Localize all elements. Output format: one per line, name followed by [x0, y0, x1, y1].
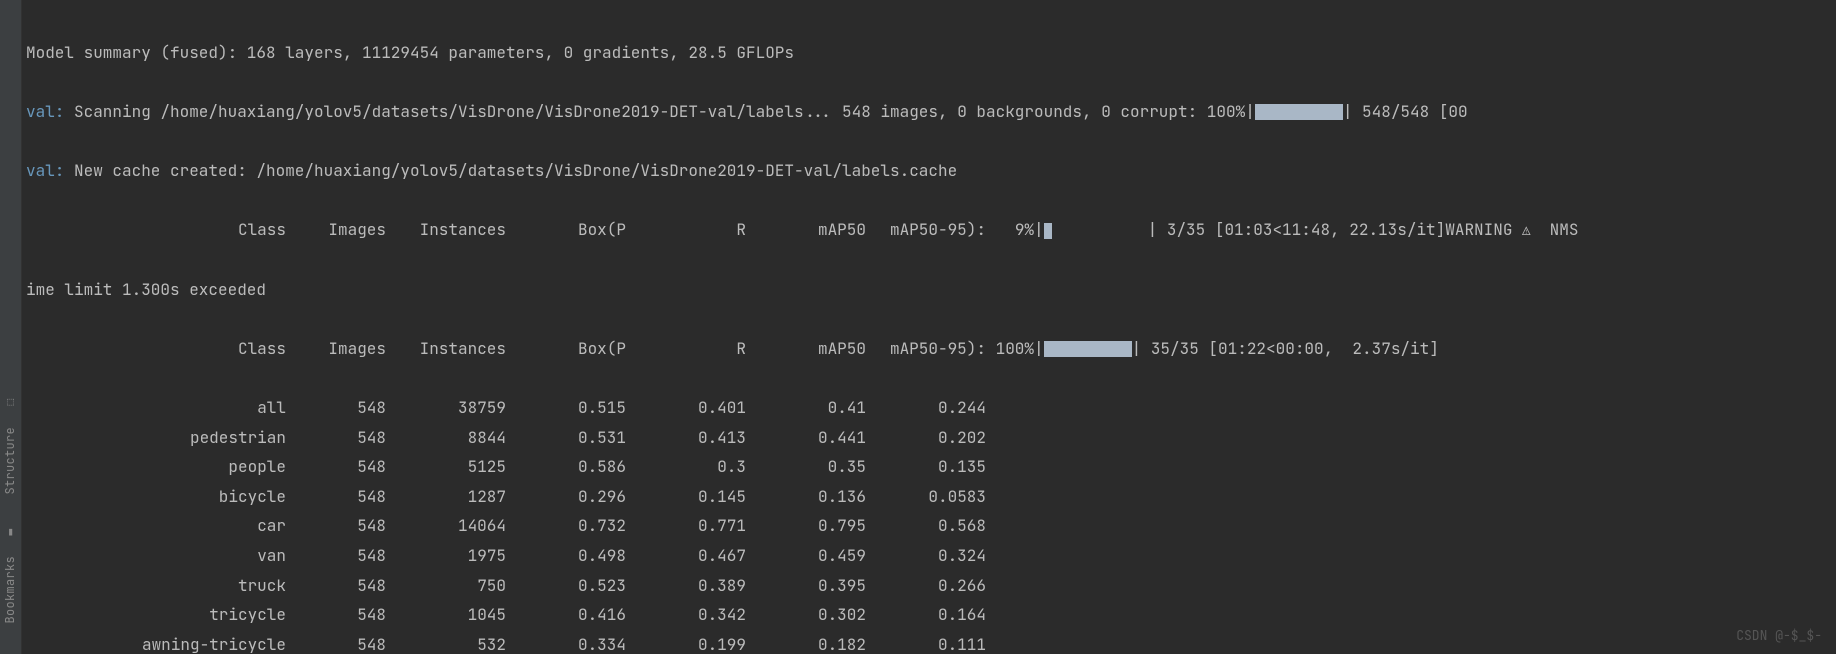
table-header-row-1: ClassImagesInstancesBox(PRmAP50mAP50-95)… — [26, 215, 1834, 245]
table-row: van54819750.4980.4670.4590.324 — [26, 541, 1834, 571]
progress-bar-partial — [1044, 223, 1052, 239]
progress-bar-full — [1044, 341, 1132, 357]
bookmarks-icon: ▮ — [7, 522, 14, 542]
table-row: pedestrian54888440.5310.4130.4410.202 — [26, 423, 1834, 453]
table-row: car548140640.7320.7710.7950.568 — [26, 511, 1834, 541]
table-row: people54851250.5860.30.350.135 — [26, 452, 1834, 482]
overflow-line: ime limit 1.300s exceeded — [26, 275, 1834, 305]
structure-icon: ⬚ — [7, 392, 14, 412]
table-row: bicycle54812870.2960.1450.1360.0583 — [26, 482, 1834, 512]
val-scan-line: val: Scanning /home/huaxiang/yolov5/data… — [26, 97, 1834, 127]
ide-sidebar: ⬚ Structure ▮ Bookmarks — [0, 0, 22, 654]
val-prefix: val: — [26, 101, 64, 122]
results-table-body: all548387590.5150.4010.410.244pedestrian… — [26, 393, 1834, 654]
table-row: awning-tricycle5485320.3340.1990.1820.11… — [26, 630, 1834, 654]
table-row: tricycle54810450.4160.3420.3020.164 — [26, 600, 1834, 630]
watermark: CSDN @-$_$- — [1736, 624, 1822, 648]
val-prefix: val: — [26, 160, 64, 181]
sidebar-tab-structure[interactable]: Structure — [0, 417, 24, 505]
model-summary-line: Model summary (fused): 168 layers, 11129… — [26, 38, 1834, 68]
val-cache-line: val: New cache created: /home/huaxiang/y… — [26, 156, 1834, 186]
terminal-output[interactable]: Model summary (fused): 168 layers, 11129… — [22, 0, 1836, 654]
table-row: truck5487500.5230.3890.3950.266 — [26, 571, 1834, 601]
progress-bar-full — [1255, 104, 1343, 120]
table-header-row-2: ClassImagesInstancesBox(PRmAP50mAP50-95)… — [26, 334, 1834, 364]
sidebar-tab-bookmarks[interactable]: Bookmarks — [0, 546, 24, 634]
table-row: all548387590.5150.4010.410.244 — [26, 393, 1834, 423]
